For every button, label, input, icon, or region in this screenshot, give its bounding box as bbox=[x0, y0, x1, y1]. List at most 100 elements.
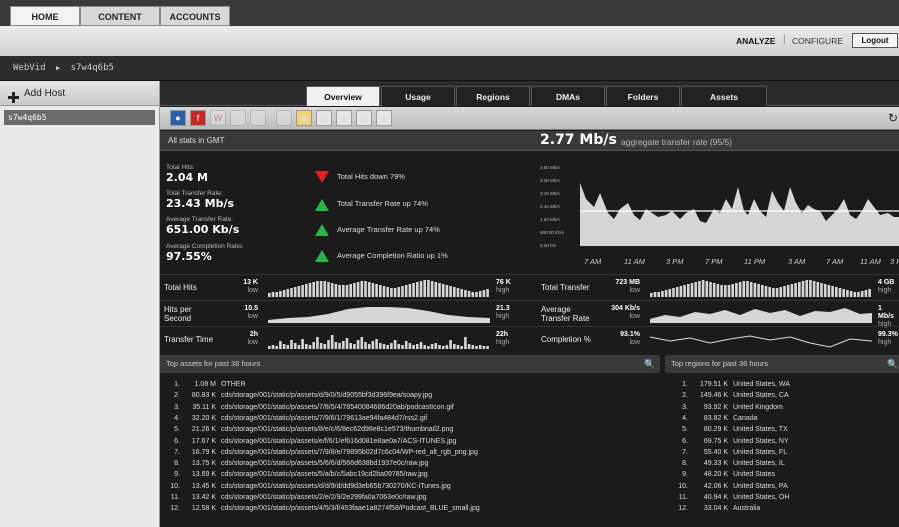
regions-header: Top regions for past 36 hours 🔍 bbox=[665, 355, 899, 373]
calendar-custom-icon[interactable]: ▦ bbox=[376, 110, 392, 126]
list-item[interactable]: 3. 35.11 K cds/storage/001/static/p/assets… bbox=[166, 403, 454, 413]
spark-bar bbox=[353, 283, 356, 297]
tab-usage[interactable]: Usage bbox=[381, 86, 455, 106]
tab-assets[interactable]: Assets bbox=[681, 86, 767, 106]
list-item[interactable]: 10. 13.45 K cds/storage/001/static/p/asset… bbox=[166, 482, 450, 492]
list-item[interactable]: 8. 49.33 K United States, IL bbox=[674, 459, 785, 469]
tab-dmas[interactable]: DMAs bbox=[531, 86, 605, 106]
wmv-icon[interactable]: W bbox=[210, 110, 226, 126]
list-item[interactable]: 4. 32.20 K cds/storage/001/static/p/assets… bbox=[166, 414, 427, 424]
list-item[interactable]: 7. 55.40 K United States, FL bbox=[674, 448, 787, 458]
count: 13.45 K bbox=[191, 482, 216, 490]
spark-bar bbox=[835, 287, 838, 297]
spark-bar bbox=[775, 288, 779, 297]
spark-bar bbox=[419, 342, 423, 349]
spark-bar bbox=[279, 291, 282, 297]
x-tick: 7 AM bbox=[584, 257, 602, 266]
spark-bar bbox=[297, 345, 301, 349]
header-bar: ANALYZE | CONFIGURE Logout bbox=[0, 26, 899, 56]
list-item[interactable]: 7. 16.79 K cds/storage/001/static/p/assets… bbox=[166, 448, 478, 458]
list-item[interactable]: 12. 12.58 K cds/storage/001/static/p/asset… bbox=[166, 504, 480, 514]
spark-min: 10.5 low bbox=[244, 305, 258, 320]
list-item[interactable]: 9. 48.20 K United States bbox=[674, 470, 775, 480]
item-name: cds/storage/001/static/p/assets/5/a/b/c/… bbox=[221, 471, 428, 479]
spark-bar bbox=[386, 345, 389, 349]
list-item[interactable]: 4. 83.82 K Canada bbox=[674, 414, 757, 424]
list-item[interactable]: 12. 33.04 K Australia bbox=[674, 504, 760, 514]
flash-icon[interactable]: f bbox=[190, 110, 206, 126]
clock-icon[interactable]: ○ bbox=[276, 110, 292, 126]
x-tick: 7 PM bbox=[705, 257, 723, 266]
spark-bar bbox=[441, 346, 445, 349]
refresh-icon[interactable]: ↻ bbox=[888, 111, 898, 125]
add-host-button[interactable]: Add Host bbox=[0, 81, 159, 106]
item-name: United States, TX bbox=[733, 426, 788, 434]
spark-bar bbox=[342, 285, 345, 297]
analyze-link[interactable]: ANALYZE bbox=[736, 36, 775, 46]
spark-bar bbox=[786, 285, 790, 297]
list-item[interactable]: 8. 13.75 K cds/storage/001/static/p/assets… bbox=[166, 459, 428, 469]
spark-bar bbox=[790, 284, 794, 297]
item-name: United States, PA bbox=[733, 482, 788, 490]
list-item[interactable]: 6. 17.67 K cds/storage/001/static/p/assets… bbox=[166, 437, 456, 447]
count: 35.11 K bbox=[192, 403, 216, 411]
list-item[interactable]: 11. 40.94 K United States, OH bbox=[674, 493, 790, 503]
spark-bar bbox=[749, 282, 753, 297]
breadcrumb-root[interactable]: WebVid bbox=[13, 63, 46, 73]
search-icon[interactable]: 🔍 bbox=[887, 355, 898, 373]
search-icon[interactable]: 🔍 bbox=[644, 355, 655, 373]
spark-bar bbox=[464, 290, 467, 297]
calendar-week-icon[interactable]: ▦ bbox=[316, 110, 332, 126]
tab-accounts[interactable]: ACCOUNTS bbox=[160, 6, 230, 26]
x-tick: 11 AM bbox=[624, 257, 646, 266]
tab-content[interactable]: CONTENT bbox=[80, 6, 160, 26]
list-item[interactable]: 2. 80.83 K cds/storage/001/static/p/assets… bbox=[166, 391, 432, 401]
globe-icon[interactable]: ● bbox=[170, 110, 186, 126]
list-item[interactable]: 5. 80.29 K United States, TX bbox=[674, 425, 788, 435]
calendar-month-icon[interactable]: ▦ bbox=[336, 110, 352, 126]
list-item[interactable]: 10. 42.06 K United States, PA bbox=[674, 482, 788, 492]
count: 55.40 K bbox=[703, 448, 728, 456]
tab-overview[interactable]: Overview bbox=[306, 86, 380, 106]
spark-bar bbox=[742, 281, 746, 297]
spark-bar bbox=[397, 344, 401, 349]
sidebar-item-host[interactable]: s7w4q6b5 bbox=[4, 110, 155, 125]
spark-bar bbox=[290, 288, 293, 297]
rank: 9. bbox=[174, 471, 180, 479]
list-item[interactable]: 5. 21.26 K cds/storage/001/static/p/assets… bbox=[166, 425, 453, 435]
spark-bar bbox=[809, 280, 812, 297]
count: 16.79 K bbox=[191, 448, 216, 456]
list-item[interactable]: 9. 13.69 K cds/storage/001/static/p/assets… bbox=[166, 470, 428, 480]
logout-button[interactable]: Logout bbox=[852, 33, 898, 48]
spark-bar bbox=[293, 287, 297, 297]
spark-bar bbox=[360, 281, 364, 297]
stat-value: 97.55% bbox=[166, 250, 212, 263]
tab-regions[interactable]: Regions bbox=[456, 86, 530, 106]
spark-bar bbox=[805, 280, 808, 297]
real-icon[interactable]: R bbox=[250, 110, 266, 126]
spark-min: 13 Klow bbox=[243, 279, 258, 294]
spark-bar bbox=[735, 283, 738, 297]
spark-bar bbox=[672, 288, 675, 297]
list-item[interactable]: 1. 179.51 K United States, WA bbox=[674, 380, 790, 390]
spark-label: Total Transfer bbox=[541, 283, 590, 292]
spark-bar bbox=[661, 291, 664, 297]
spark-bar bbox=[668, 289, 672, 297]
list-item[interactable]: 11. 13.42 K cds/storage/001/static/p/asset… bbox=[166, 493, 427, 503]
calendar-day-icon[interactable]: ▦ bbox=[296, 110, 312, 126]
spark-bar bbox=[345, 338, 349, 349]
list-item[interactable]: 3. 93.92 K United Kingdom bbox=[674, 403, 783, 413]
list-item[interactable]: 1. 1.08 M OTHER bbox=[166, 380, 245, 390]
spark-bar bbox=[838, 288, 842, 297]
tab-folders[interactable]: Folders bbox=[606, 86, 680, 106]
quicktime-icon[interactable]: Q bbox=[230, 110, 246, 126]
list-item[interactable]: 2. 149.46 K United States, CA bbox=[674, 391, 788, 401]
calendar-year-icon[interactable]: ▦ bbox=[356, 110, 372, 126]
spark-bar bbox=[301, 285, 304, 297]
list-item[interactable]: 6. 69.75 K United States, NY bbox=[674, 437, 788, 447]
y-tick: 4.00 Mb/s bbox=[540, 178, 561, 183]
spark-bar bbox=[319, 281, 323, 297]
tab-home[interactable]: HOME bbox=[10, 6, 80, 26]
configure-link[interactable]: CONFIGURE bbox=[792, 36, 843, 46]
x-tick: 3 AM bbox=[788, 257, 806, 266]
